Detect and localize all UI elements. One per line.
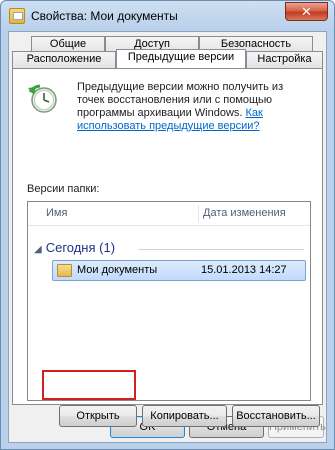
chevron-down-icon[interactable]: ◢	[34, 244, 42, 255]
list-item[interactable]: Мои документы 15.01.2013 14:27	[52, 260, 306, 281]
window-title: Свойства: Мои документы	[31, 9, 178, 23]
folder-versions-label: Версии папки:	[27, 183, 100, 195]
tab-location[interactable]: Расположение	[12, 51, 116, 68]
restore-button[interactable]: Восстановить...	[232, 405, 320, 427]
group-divider	[138, 249, 304, 250]
column-separator[interactable]	[198, 205, 199, 223]
column-date-modified[interactable]: Дата изменения	[203, 207, 286, 219]
list-column-header: Имя Дата изменения	[28, 202, 310, 226]
open-button[interactable]: Открыть	[59, 405, 137, 427]
previous-versions-clock-icon	[28, 84, 57, 113]
previous-versions-panel: Предыдущие версии можно получить из точе…	[12, 68, 323, 427]
tab-previous-versions[interactable]: Предыдущие версии	[116, 49, 246, 68]
group-label: Сегодня (1)	[45, 240, 116, 255]
info-text: Предыдущие версии можно получить из точе…	[77, 81, 307, 133]
column-name[interactable]: Имя	[46, 207, 67, 219]
tab-customize[interactable]: Настройка	[246, 51, 323, 68]
folder-properties-icon	[9, 8, 25, 24]
item-date: 15.01.2013 14:27	[201, 264, 287, 276]
close-button[interactable]: ✕	[285, 2, 328, 21]
group-today[interactable]: ◢ Сегодня (1)	[34, 240, 115, 255]
open-button-highlight	[42, 370, 136, 400]
copy-button[interactable]: Копировать...	[142, 405, 227, 427]
item-name: Мои документы	[77, 264, 158, 276]
title-bar[interactable]: Свойства: Мои документы ✕	[1, 1, 334, 31]
folder-icon	[57, 264, 72, 277]
